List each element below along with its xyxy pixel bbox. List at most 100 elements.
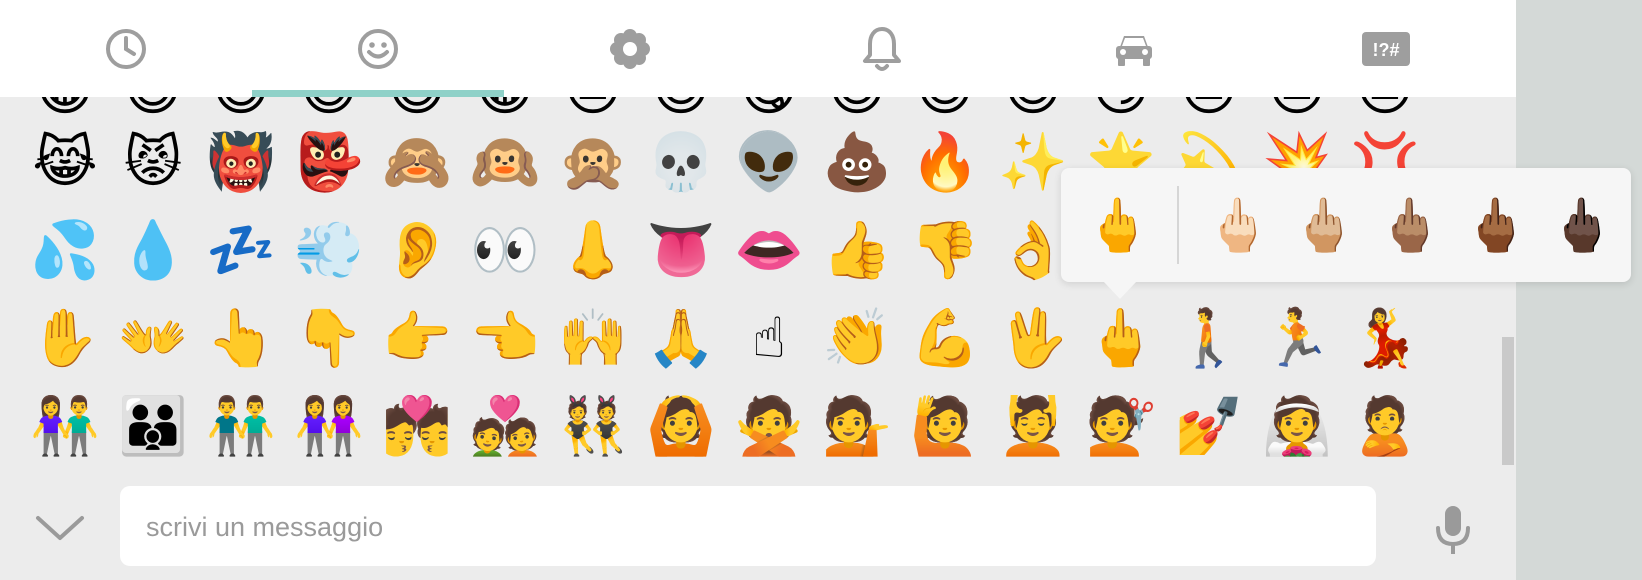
emoji-peek-item[interactable]: 😌 — [822, 97, 892, 125]
emoji-item[interactable]: 👃 — [558, 216, 628, 286]
emoji-item[interactable]: 💧 — [118, 216, 188, 286]
skin-tone-popup-pointer — [1103, 281, 1137, 299]
emoji-item-selected[interactable]: 🖕 — [1086, 304, 1156, 374]
emoji-peek-item[interactable]: 😂 — [30, 97, 100, 125]
smiley-icon — [358, 28, 398, 69]
microphone-icon — [1436, 506, 1470, 554]
emoji-item[interactable]: 💅 — [1174, 392, 1244, 462]
emoji-item[interactable]: 👺 — [294, 128, 364, 198]
emoji-peek-item[interactable]: 😎 — [998, 97, 1068, 125]
tab-nature[interactable] — [504, 0, 756, 97]
emoji-item[interactable]: 💏 — [382, 392, 452, 462]
emoji-peek-item[interactable]: 😆 — [118, 97, 188, 125]
symbols-tab-label: !?# — [1373, 40, 1400, 60]
emoji-item[interactable]: 💀 — [646, 128, 716, 198]
emoji-item[interactable]: 😹 — [30, 128, 100, 198]
emoji-item[interactable]: 🙆 — [646, 392, 716, 462]
emoji-peek-item[interactable]: 😑 — [558, 97, 628, 125]
car-icon — [1116, 35, 1152, 66]
message-input[interactable] — [144, 486, 1348, 568]
emoji-item[interactable]: 👍 — [822, 216, 892, 286]
emoji-item[interactable]: 💤 — [206, 216, 276, 286]
emoji-item[interactable]: 👏 — [822, 304, 892, 374]
emoji-item[interactable]: 👅 — [646, 216, 716, 286]
emoji-item[interactable]: 🏃 — [1262, 304, 1332, 374]
emoji-item[interactable]: 💩 — [822, 128, 892, 198]
emoji-item[interactable]: ☝ — [734, 304, 804, 374]
skin-tone-divider — [1177, 186, 1179, 264]
tab-symbols[interactable]: !?# — [1260, 0, 1512, 97]
emoji-item[interactable]: 🔥 — [910, 128, 980, 198]
tab-places[interactable] — [1008, 0, 1260, 97]
emoji-item[interactable]: 👬 — [206, 392, 276, 462]
emoji-item[interactable]: 💇 — [1086, 392, 1156, 462]
emoji-item[interactable]: 👈 — [470, 304, 540, 374]
emoji-item[interactable]: 👯 — [558, 392, 628, 462]
emoji-item[interactable]: 👰 — [1262, 392, 1332, 462]
emoji-item[interactable]: 🙈 — [382, 128, 452, 198]
emoji-item[interactable]: 👎 — [910, 216, 980, 286]
chevron-down-icon[interactable] — [32, 510, 88, 546]
skin-tone-option[interactable]: 🖕🏻 — [1203, 190, 1273, 260]
emoji-grid-scrollbar[interactable] — [1502, 337, 1514, 465]
emoji-peek-item[interactable]: 😊 — [646, 97, 716, 125]
skin-tone-option[interactable]: 🖕🏾 — [1461, 190, 1531, 260]
emoji-item[interactable]: 💆 — [998, 392, 1068, 462]
emoji-item[interactable]: 🙊 — [558, 128, 628, 198]
emoji-item[interactable]: 🖖 — [998, 304, 1068, 374]
skin-tone-default[interactable]: 🖕 — [1083, 190, 1153, 260]
bell-icon — [863, 26, 901, 71]
emoji-item[interactable]: 👆 — [206, 304, 276, 374]
emoji-item[interactable]: 🙅 — [734, 392, 804, 462]
emoji-item[interactable]: 🙌 — [558, 304, 628, 374]
emoji-item[interactable]: 👪 — [118, 392, 188, 462]
tab-objects[interactable] — [756, 0, 1008, 97]
emoji-item[interactable]: 👂 — [382, 216, 452, 286]
emoji-peek-item[interactable]: 😒 — [1262, 97, 1332, 125]
emoji-item[interactable]: 👇 — [294, 304, 364, 374]
emoji-item[interactable]: 🙋 — [910, 392, 980, 462]
emoji-peek-item[interactable]: 😓 — [1350, 97, 1420, 125]
emoji-item[interactable]: ✨ — [998, 128, 1068, 198]
emoji-item[interactable]: 😾 — [118, 128, 188, 198]
emoji-item[interactable]: 👹 — [206, 128, 276, 198]
emoji-item[interactable]: 👌 — [998, 216, 1068, 286]
emoji-item[interactable]: ✋ — [30, 304, 100, 374]
tab-recent[interactable] — [0, 0, 252, 97]
emoji-peek-item[interactable]: 😏 — [1086, 97, 1156, 125]
symbols-icon: !?# — [1362, 31, 1410, 66]
emoji-peek-item[interactable]: 😃 — [382, 97, 452, 125]
emoji-item[interactable]: 💃 — [1350, 304, 1420, 374]
message-field-container — [120, 486, 1376, 568]
emoji-peek-item[interactable]: 😋 — [734, 97, 804, 125]
emoji-item[interactable]: 💑 — [470, 392, 540, 462]
emoji-peek-item[interactable]: 😐 — [1174, 97, 1244, 125]
microphone-button[interactable] — [1425, 502, 1481, 558]
emoji-peek-item[interactable]: 😀 — [470, 97, 540, 125]
emoji-item[interactable]: 👐 — [118, 304, 188, 374]
emoji-item[interactable]: 💁 — [822, 392, 892, 462]
emoji-item[interactable]: 🚶 — [1174, 304, 1244, 374]
emoji-peek-item[interactable]: 😄 — [294, 97, 364, 125]
emoji-item[interactable]: 👉 — [382, 304, 452, 374]
emoji-item[interactable]: 💦 — [30, 216, 100, 286]
flower-icon — [610, 28, 650, 69]
skin-tone-option[interactable]: 🖕🏿 — [1547, 190, 1617, 260]
emoji-item[interactable]: 🙎 — [1350, 392, 1420, 462]
skin-tone-option[interactable]: 🖕🏽 — [1375, 190, 1445, 260]
emoji-item[interactable]: 💨 — [294, 216, 364, 286]
emoji-keyboard-panel: !?# 😂 😆 😅 😄 😃 😀 😑 😊 😋 😌 😍 😎 😏 😐 😒 😓 😹 — [0, 0, 1516, 580]
emoji-item[interactable]: 🙏 — [646, 304, 716, 374]
emoji-peek-item[interactable]: 😍 — [910, 97, 980, 125]
emoji-item[interactable]: 💪 — [910, 304, 980, 374]
emoji-item[interactable]: 👽 — [734, 128, 804, 198]
emoji-item[interactable]: 👭 — [294, 392, 364, 462]
emoji-item[interactable]: 👄 — [734, 216, 804, 286]
skin-tone-option[interactable]: 🖕🏼 — [1289, 190, 1359, 260]
tab-smileys[interactable] — [252, 0, 504, 97]
emoji-item[interactable]: 👫 — [30, 392, 100, 462]
selected-tab-indicator — [252, 90, 504, 97]
emoji-item[interactable]: 👀 — [470, 216, 540, 286]
emoji-peek-item[interactable]: 😅 — [206, 97, 276, 125]
emoji-item[interactable]: 🙉 — [470, 128, 540, 198]
